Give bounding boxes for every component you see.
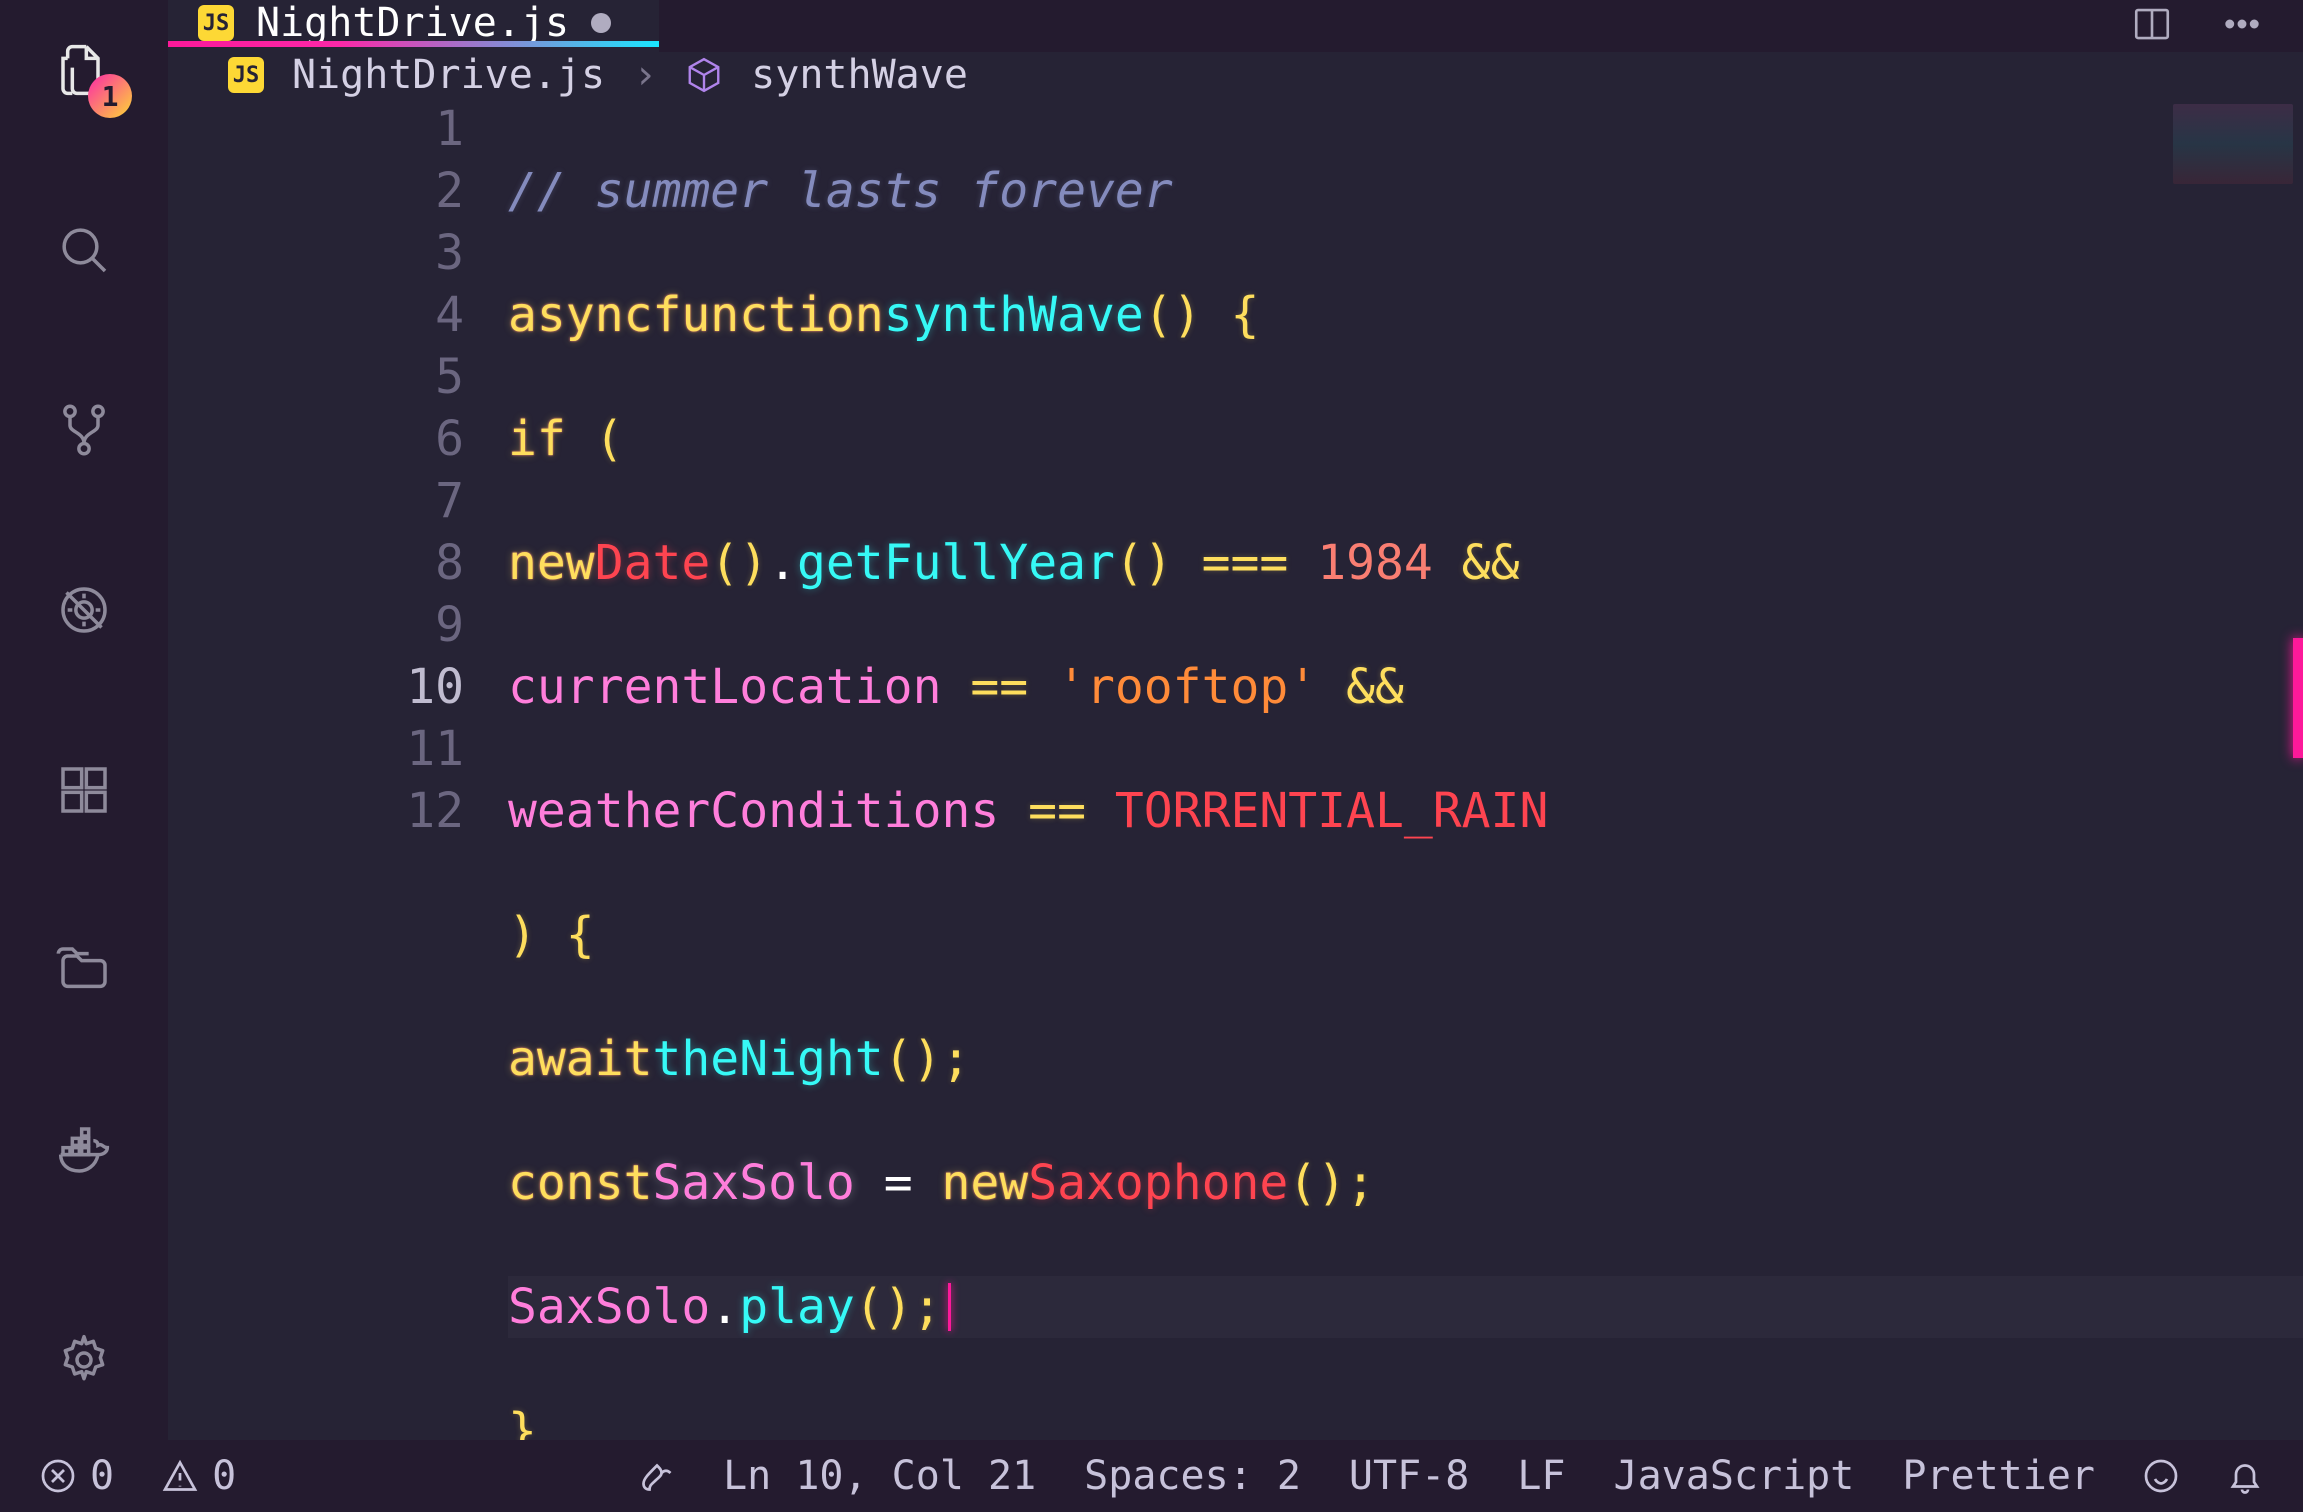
minimap[interactable] [2173, 104, 2293, 184]
code-token: play [739, 1276, 855, 1338]
search-icon[interactable] [44, 210, 124, 290]
status-bar: 0 0 Ln 10, Col 21 Spaces: 2 UTF-8 LF Jav… [0, 1440, 2303, 1512]
tabs-row: JS NightDrive.js [168, 0, 2303, 52]
code-token: getFullYear [797, 532, 1115, 594]
code-token: TORRENTIAL_RAIN [1115, 780, 1548, 842]
status-eol[interactable]: LF [1517, 1453, 1565, 1499]
js-file-icon: JS [228, 57, 264, 93]
code-token: ) [508, 904, 537, 966]
code-token: == [999, 780, 1115, 842]
code-token: () [1115, 532, 1173, 594]
code-content[interactable]: // summer lasts forever async function s… [508, 98, 2303, 1440]
line-number[interactable]: 3 [168, 222, 464, 284]
code-token: function [653, 284, 884, 346]
status-warnings[interactable]: 0 [162, 1453, 236, 1499]
symbol-method-icon [685, 56, 723, 94]
more-actions-icon[interactable] [2221, 3, 2263, 49]
status-warning-count: 0 [212, 1453, 236, 1499]
code-token: theNight [653, 1028, 884, 1090]
code-token: === [1173, 532, 1318, 594]
code-token: const [508, 1152, 653, 1214]
line-number[interactable]: 5 [168, 346, 464, 408]
code-token: weatherConditions [508, 780, 999, 842]
code-token: synthWave [884, 284, 1144, 346]
code-token: await [508, 1028, 653, 1090]
js-file-icon: JS [198, 5, 234, 41]
explorer-icon[interactable]: 1 [44, 30, 124, 110]
breadcrumb-separator: › [633, 52, 657, 98]
status-spaces[interactable]: Spaces: 2 [1084, 1453, 1301, 1499]
line-number[interactable]: 8 [168, 532, 464, 594]
code-token: { [537, 904, 595, 966]
status-encoding[interactable]: UTF-8 [1349, 1453, 1469, 1499]
dirty-indicator-icon [591, 13, 611, 33]
code-token: new [508, 532, 595, 594]
debug-icon[interactable] [44, 570, 124, 650]
code-token: currentLocation [508, 656, 941, 718]
split-editor-icon[interactable] [2131, 3, 2173, 49]
line-number[interactable]: 6 [168, 408, 464, 470]
line-number[interactable]: 2 [168, 160, 464, 222]
code-token: . [710, 1276, 739, 1338]
status-paint-icon[interactable] [639, 1458, 675, 1494]
status-language[interactable]: JavaScript [1614, 1453, 1855, 1499]
explorer-badge: 1 [88, 74, 132, 118]
code-token: Date [595, 532, 711, 594]
code-token: new [942, 1152, 1029, 1214]
code-token: // summer lasts forever [508, 160, 1173, 222]
editor-area: JS NightDrive.js JS NightDrive.js › [168, 0, 2303, 1440]
code-token: Saxophone [1028, 1152, 1288, 1214]
line-number[interactable]: 1 [168, 98, 464, 160]
tab-nightdrive[interactable]: JS NightDrive.js [168, 0, 659, 52]
docker-icon[interactable] [44, 1110, 124, 1190]
status-errors[interactable]: 0 [40, 1453, 114, 1499]
code-token: SaxSolo [653, 1152, 855, 1214]
extensions-icon[interactable] [44, 750, 124, 830]
code-token: (); [884, 1028, 971, 1090]
code-editor[interactable]: 1 2 3 4 5 6 7 8 9 10 11 12 // summer las… [168, 98, 2303, 1440]
tab-filename: NightDrive.js [256, 0, 569, 46]
code-token: 1984 [1317, 532, 1433, 594]
main-area: 1 JS Nigh [0, 0, 2303, 1440]
status-bell-icon[interactable] [2227, 1458, 2263, 1494]
breadcrumb[interactable]: JS NightDrive.js › synthWave [168, 52, 2303, 98]
code-token: . [768, 532, 797, 594]
breadcrumb-symbol[interactable]: synthWave [751, 52, 968, 98]
line-gutter[interactable]: 1 2 3 4 5 6 7 8 9 10 11 12 [168, 98, 508, 1440]
code-token: () [1144, 284, 1202, 346]
status-error-count: 0 [90, 1453, 114, 1499]
code-token: (); [1288, 1152, 1375, 1214]
settings-gear-icon[interactable] [44, 1320, 124, 1400]
code-token: 'rooftop' [1057, 656, 1317, 718]
code-token: async [508, 284, 653, 346]
code-token: () [710, 532, 768, 594]
line-number[interactable]: 4 [168, 284, 464, 346]
code-token: && [1433, 532, 1520, 594]
scroll-marker [2293, 638, 2303, 758]
folders-icon[interactable] [44, 930, 124, 1010]
code-token: == [941, 656, 1057, 718]
code-token: { [1202, 284, 1260, 346]
code-token: if [508, 408, 566, 470]
status-formatter[interactable]: Prettier [1902, 1453, 2095, 1499]
code-token: = [855, 1152, 942, 1214]
text-cursor [948, 1283, 951, 1331]
line-number[interactable]: 7 [168, 470, 464, 532]
code-token: (); [855, 1276, 942, 1338]
activity-bar: 1 [0, 0, 168, 1440]
code-token: } [508, 1400, 537, 1440]
source-control-icon[interactable] [44, 390, 124, 470]
line-number[interactable]: 12 [168, 780, 464, 842]
code-token: && [1317, 656, 1404, 718]
status-feedback-icon[interactable] [2143, 1458, 2179, 1494]
code-token: SaxSolo [508, 1276, 710, 1338]
status-ln-col[interactable]: Ln 10, Col 21 [723, 1453, 1036, 1499]
code-token: ( [566, 408, 624, 470]
